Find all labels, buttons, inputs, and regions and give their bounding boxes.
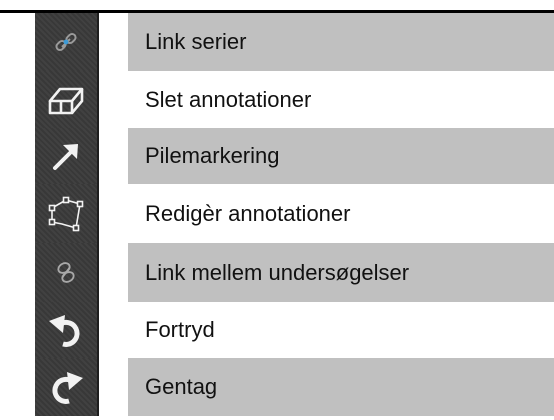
tool-row-arrow-marking: Pilemarkering xyxy=(35,128,554,184)
tool-label: Redigèr annotationer xyxy=(128,184,554,243)
tool-label: Fortryd xyxy=(128,302,554,358)
tool-label: Slet annotationer xyxy=(128,71,554,128)
tool-row-undo: Fortryd xyxy=(35,302,554,358)
row-gap xyxy=(99,184,128,243)
tool-label: Link mellem undersøgelser xyxy=(128,243,554,302)
row-gap xyxy=(99,128,128,184)
row-gap xyxy=(99,243,128,302)
link-series-icon[interactable] xyxy=(35,13,99,71)
undo-icon[interactable] xyxy=(35,302,99,358)
row-gap xyxy=(99,13,128,71)
arrow-icon[interactable] xyxy=(35,128,99,184)
row-gap xyxy=(99,302,128,358)
tool-row-link-series: Link serier xyxy=(35,13,554,71)
tool-label: Link serier xyxy=(128,13,554,71)
tool-row-edit-annotations: Redigèr annotationer xyxy=(35,184,554,243)
link-exams-icon[interactable] xyxy=(35,243,99,302)
tool-row-link-exams: Link mellem undersøgelser xyxy=(35,243,554,302)
tool-row-delete-annotations: Slet annotationer xyxy=(35,71,554,128)
tool-row-redo: Gentag xyxy=(35,358,554,416)
tool-label: Gentag xyxy=(128,358,554,416)
row-gap xyxy=(99,358,128,416)
tool-label: Pilemarkering xyxy=(128,128,554,184)
redo-icon[interactable] xyxy=(35,358,99,416)
row-gap xyxy=(99,71,128,128)
annotation-tools-table: Link serier Slet annotationer Pilemarker… xyxy=(35,13,554,416)
edit-polygon-icon[interactable] xyxy=(35,184,99,243)
eraser-icon[interactable] xyxy=(35,71,99,128)
